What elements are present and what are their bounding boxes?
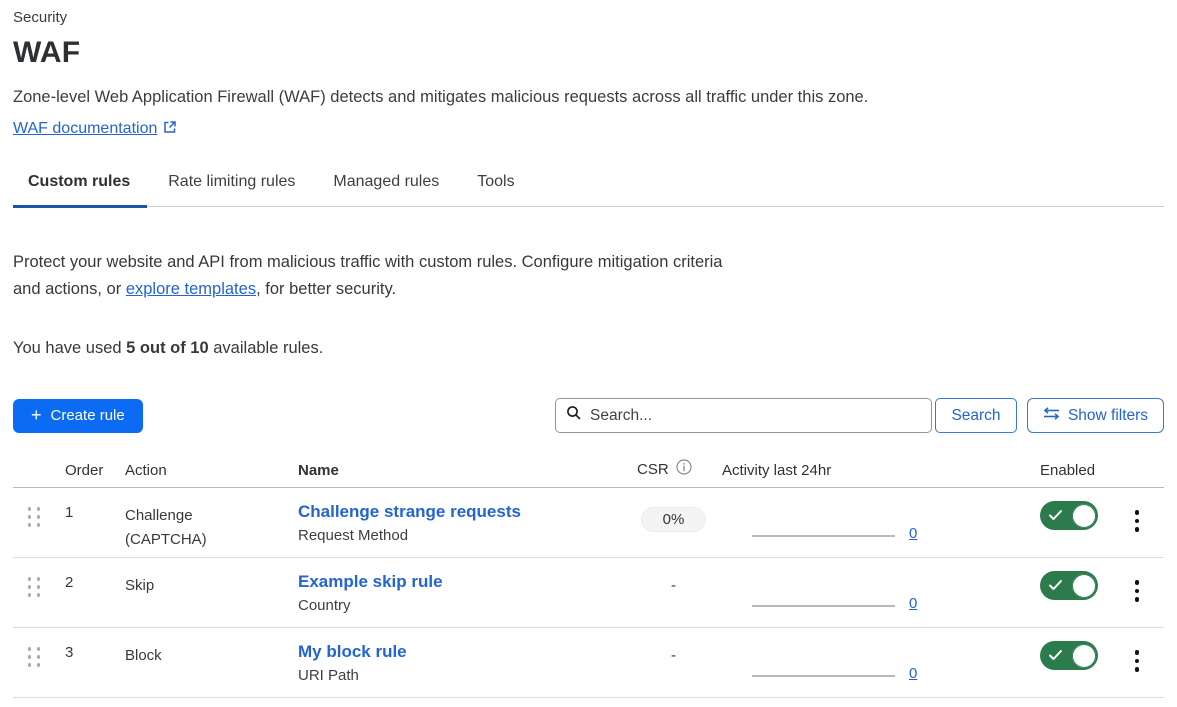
rule-activity-cell: 0 [722, 501, 940, 543]
show-filters-label: Show filters [1068, 407, 1148, 425]
header-csr: CSR [625, 459, 722, 479]
rule-order: 1 [55, 501, 113, 521]
show-filters-button[interactable]: Show filters [1027, 398, 1164, 433]
rule-enabled-cell [940, 571, 1110, 605]
waf-page: Security WAF Zone-level Web Application … [0, 0, 1177, 698]
drag-handle-icon[interactable] [28, 577, 41, 597]
rule-match-field: Request Method [298, 524, 625, 547]
rule-csr-cell: - [625, 571, 722, 594]
table-header-row: Order Action Name CSR Activity last 24hr… [13, 459, 1164, 488]
activity-count-link[interactable]: 0 [909, 665, 917, 682]
plus-icon: + [31, 406, 42, 424]
drag-handle-icon[interactable] [28, 507, 41, 527]
rule-match-field: Country [298, 594, 625, 617]
rule-menu-cell [1110, 501, 1164, 534]
activity-sparkline [752, 605, 895, 607]
search-input[interactable] [590, 407, 921, 425]
table-body: 1 Challenge (CAPTCHA) Challenge strange … [13, 488, 1164, 698]
row-handle-cell [13, 501, 55, 527]
csr-badge: 0% [641, 507, 707, 532]
doc-link-row: WAF documentation [13, 120, 1164, 139]
toggle-knob [1072, 504, 1096, 528]
kebab-menu-icon[interactable] [1129, 648, 1146, 674]
rule-menu-cell [1110, 571, 1164, 604]
rule-name-link[interactable]: Challenge strange requests [298, 501, 521, 523]
explore-templates-link[interactable]: explore templates [126, 280, 256, 298]
activity-sparkline [752, 675, 895, 677]
check-icon [1048, 648, 1063, 667]
intro-text-after: , for better security. [256, 280, 396, 298]
search-box [555, 398, 932, 433]
rule-action: Skip [113, 571, 233, 598]
tab-managed-rules[interactable]: Managed rules [316, 173, 456, 206]
activity-count-link[interactable]: 0 [909, 525, 917, 542]
rule-name-cell: My block rule URI Path [285, 641, 625, 687]
kebab-menu-icon[interactable] [1129, 578, 1146, 604]
rule-enabled-cell [940, 501, 1110, 535]
check-icon [1048, 508, 1063, 527]
tab-custom-rules[interactable]: Custom rules [13, 173, 147, 206]
usage-summary: You have used 5 out of 10 available rule… [13, 339, 1164, 358]
rule-activity-cell: 0 [722, 641, 940, 683]
waf-documentation-link[interactable]: WAF documentation [13, 120, 157, 137]
create-rule-button[interactable]: + Create rule [13, 399, 143, 433]
rule-name-link[interactable]: Example skip rule [298, 571, 443, 593]
rule-order: 3 [55, 641, 113, 661]
table-row: 1 Challenge (CAPTCHA) Challenge strange … [13, 488, 1164, 558]
create-rule-label: Create rule [51, 407, 125, 424]
rule-name-cell: Example skip rule Country [285, 571, 625, 617]
tab-tools[interactable]: Tools [460, 173, 531, 206]
row-handle-cell [13, 641, 55, 667]
table-row: 3 Block My block rule URI Path - 0 [13, 628, 1164, 698]
search-icon [566, 405, 582, 426]
waf-tabs: Custom rules Rate limiting rules Managed… [13, 173, 1164, 207]
page-title: WAF [13, 34, 1164, 72]
toggle-knob [1072, 574, 1096, 598]
tab-rate-limiting-rules[interactable]: Rate limiting rules [151, 173, 312, 206]
csr-badge: - [671, 577, 676, 594]
rule-menu-cell [1110, 641, 1164, 674]
breadcrumb-security: Security [13, 8, 1164, 28]
header-csr-label: CSR [637, 461, 669, 478]
enabled-toggle[interactable] [1040, 501, 1098, 530]
rule-action: Challenge (CAPTCHA) [113, 501, 233, 552]
rule-order: 2 [55, 571, 113, 591]
kebab-menu-icon[interactable] [1129, 508, 1146, 534]
usage-prefix: You have used [13, 339, 126, 357]
filters-swap-icon [1043, 407, 1060, 425]
csr-badge: - [671, 647, 676, 664]
toolbar-right-group: Search Show filters [555, 398, 1164, 433]
activity-count-link[interactable]: 0 [909, 595, 917, 612]
page-description: Zone-level Web Application Firewall (WAF… [13, 86, 1164, 108]
custom-rules-table: Order Action Name CSR Activity last 24hr… [13, 459, 1164, 698]
header-order: Order [55, 462, 113, 479]
check-icon [1048, 578, 1063, 597]
info-icon[interactable] [676, 459, 692, 479]
intro-paragraph: Protect your website and API from malici… [13, 249, 753, 303]
header-name: Name [285, 462, 625, 479]
toggle-knob [1072, 644, 1096, 668]
rule-csr-cell: 0% [625, 501, 722, 532]
rule-activity-cell: 0 [722, 571, 940, 613]
rule-name-cell: Challenge strange requests Request Metho… [285, 501, 625, 547]
table-row: 2 Skip Example skip rule Country - 0 [13, 558, 1164, 628]
rule-match-field: URI Path [298, 664, 625, 687]
rule-action: Block [113, 641, 233, 668]
header-enabled: Enabled [940, 462, 1110, 479]
search-button[interactable]: Search [935, 398, 1017, 433]
enabled-toggle[interactable] [1040, 571, 1098, 600]
activity-sparkline [752, 535, 895, 537]
rule-enabled-cell [940, 641, 1110, 675]
enabled-toggle[interactable] [1040, 641, 1098, 670]
header-activity: Activity last 24hr [722, 462, 940, 479]
usage-suffix: available rules. [209, 339, 324, 357]
row-handle-cell [13, 571, 55, 597]
rules-toolbar: + Create rule Search Show filters [13, 398, 1164, 433]
drag-handle-icon[interactable] [28, 647, 41, 667]
external-link-icon [163, 120, 177, 139]
rule-name-link[interactable]: My block rule [298, 641, 407, 663]
rule-csr-cell: - [625, 641, 722, 664]
header-action: Action [113, 462, 285, 479]
usage-count: 5 out of 10 [126, 339, 209, 357]
